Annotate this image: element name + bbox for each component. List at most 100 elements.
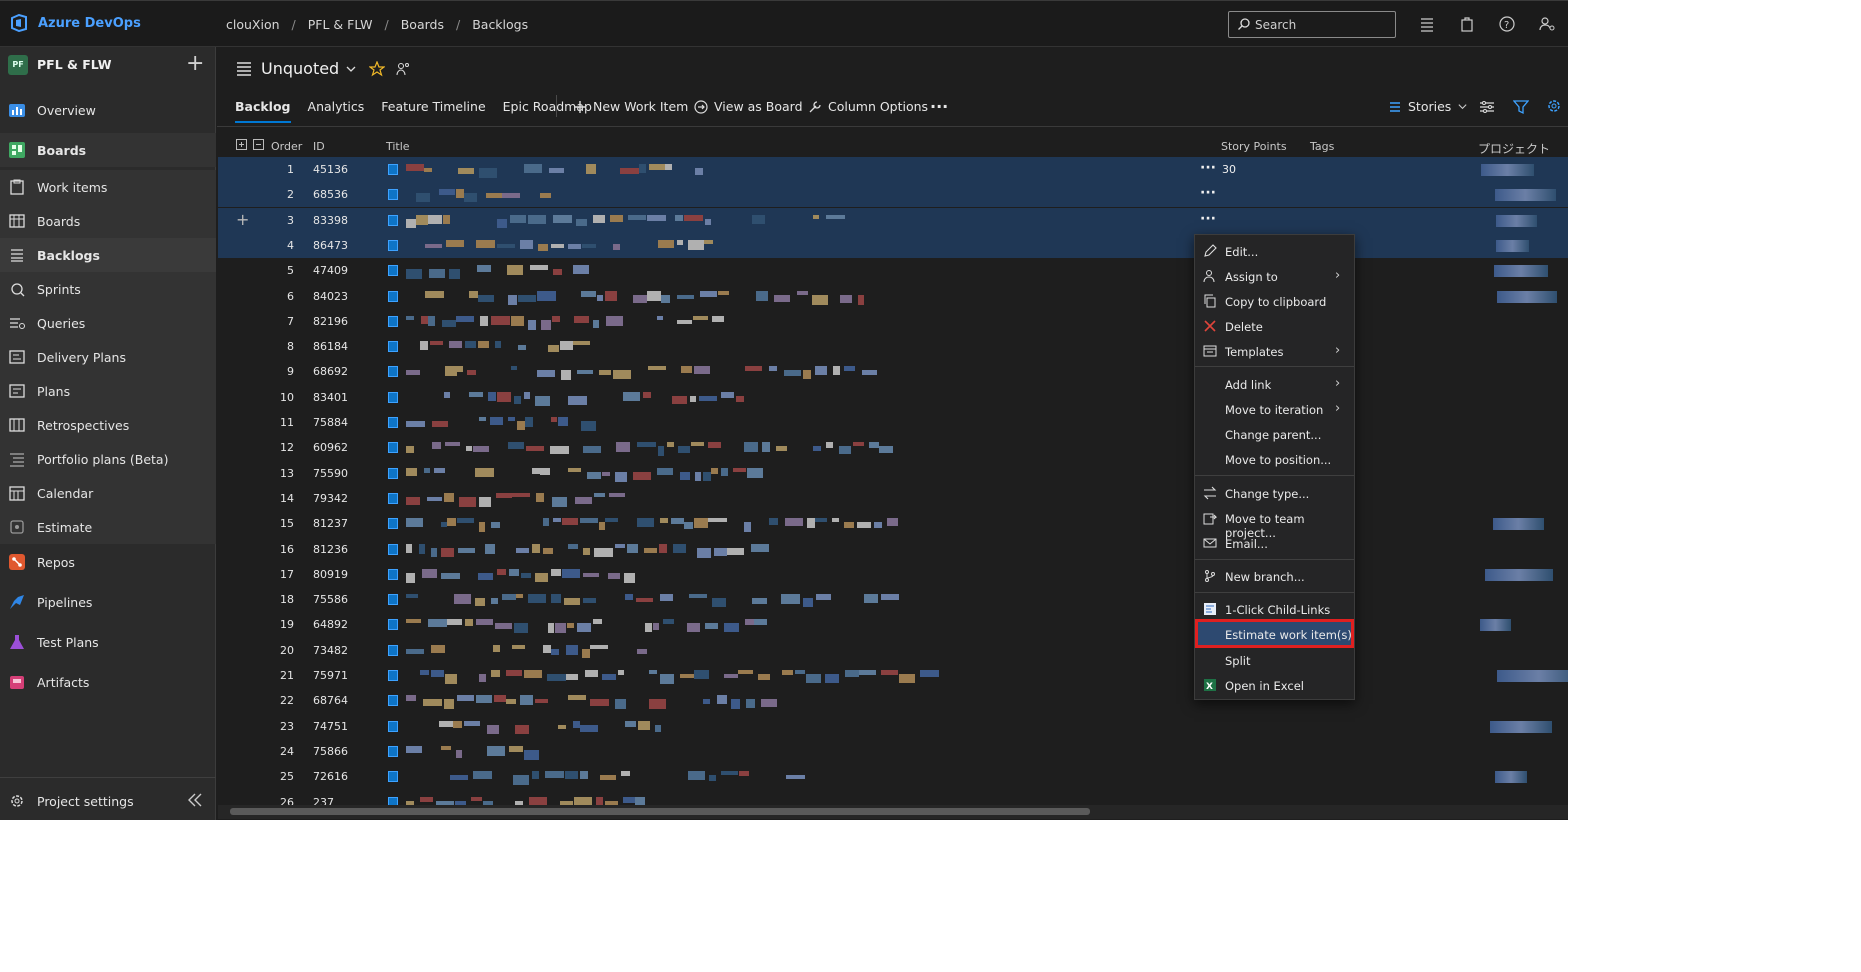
nav-delivery-plans[interactable]: Delivery Plans bbox=[0, 340, 216, 374]
menu-item-templates[interactable]: Templates › bbox=[1195, 338, 1354, 363]
more-actions-icon[interactable]: ··· bbox=[930, 97, 948, 116]
column-header-title[interactable]: Title bbox=[386, 140, 410, 153]
row-id[interactable]: 72616 bbox=[313, 770, 348, 783]
menu-item-new-branch[interactable]: New branch... bbox=[1195, 563, 1354, 588]
tab-backlog[interactable]: Backlog bbox=[235, 99, 291, 127]
filter-icon[interactable] bbox=[1513, 99, 1529, 115]
nav-calendar[interactable]: Calendar bbox=[0, 476, 216, 510]
nav-backlogs[interactable]: Backlogs bbox=[0, 238, 216, 272]
row-id[interactable]: 84023 bbox=[313, 290, 348, 303]
backlog-level-dropdown[interactable]: Stories bbox=[1388, 99, 1474, 114]
column-header-order[interactable]: Order bbox=[271, 140, 302, 153]
table-row[interactable]: 9 68692 bbox=[218, 359, 1568, 384]
view-as-board-button[interactable]: View as Board bbox=[694, 99, 803, 114]
column-header-story-points[interactable]: Story Points bbox=[1221, 140, 1287, 153]
column-options-button[interactable]: Column Options bbox=[808, 99, 928, 114]
breadcrumb-backlogs[interactable]: Backlogs bbox=[472, 17, 528, 32]
row-id[interactable]: 47409 bbox=[313, 264, 348, 277]
table-row[interactable]: 6 84023 bbox=[218, 284, 1568, 309]
menu-item-split[interactable]: Split bbox=[1195, 647, 1354, 672]
new-work-item-button[interactable]: New Work Item bbox=[573, 99, 688, 114]
search-box[interactable] bbox=[1228, 11, 1396, 38]
nav-pipelines[interactable]: Pipelines bbox=[0, 585, 216, 619]
row-id[interactable]: 81236 bbox=[313, 543, 348, 556]
row-more-actions-icon[interactable]: ··· bbox=[1200, 160, 1216, 176]
collapse-all-icon[interactable] bbox=[253, 139, 264, 150]
table-row[interactable]: 22 68764 bbox=[218, 688, 1568, 713]
table-row[interactable]: 19 64892 bbox=[218, 612, 1568, 637]
row-id[interactable]: 73482 bbox=[313, 644, 348, 657]
search-input[interactable] bbox=[1255, 16, 1385, 34]
row-more-actions-icon[interactable]: ··· bbox=[1200, 211, 1216, 227]
table-row[interactable]: 25 72616 bbox=[218, 764, 1568, 789]
menu-item-child-links[interactable]: 1-Click Child-Links bbox=[1195, 596, 1354, 621]
table-row[interactable]: 3 83398 ··· + bbox=[218, 207, 1568, 233]
row-more-actions-icon[interactable]: ··· bbox=[1200, 185, 1216, 201]
scrollbar-thumb[interactable] bbox=[230, 808, 1090, 815]
row-id[interactable]: 83398 bbox=[313, 214, 348, 227]
nav-repos[interactable]: Repos bbox=[0, 545, 216, 579]
table-row[interactable]: 21 75971 bbox=[218, 663, 1568, 688]
nav-estimate[interactable]: Estimate bbox=[0, 510, 216, 544]
row-id[interactable]: 79342 bbox=[313, 492, 348, 505]
list-settings-icon[interactable] bbox=[1418, 15, 1436, 33]
table-row[interactable]: 10 83401 bbox=[218, 385, 1568, 410]
menu-item-estimate-work-items[interactable]: Estimate work item(s) bbox=[1195, 619, 1354, 648]
row-id[interactable]: 75884 bbox=[313, 416, 348, 429]
help-icon[interactable]: ? bbox=[1498, 15, 1516, 33]
menu-item-change-parent[interactable]: Change parent... bbox=[1195, 421, 1354, 446]
row-id[interactable]: 60962 bbox=[313, 441, 348, 454]
project-header[interactable]: PF PFL & FLW + bbox=[0, 47, 216, 85]
horizontal-scrollbar[interactable] bbox=[218, 805, 1568, 819]
nav-work-items[interactable]: Work items bbox=[0, 170, 216, 204]
menu-item-edit[interactable]: Edit... bbox=[1195, 238, 1354, 263]
row-story-points[interactable]: 30 bbox=[1222, 163, 1236, 176]
marketplace-bag-icon[interactable] bbox=[1458, 15, 1476, 33]
table-row[interactable]: 15 81237 bbox=[218, 511, 1568, 536]
table-row[interactable]: 11 75884 bbox=[218, 410, 1568, 435]
row-id[interactable]: 81237 bbox=[313, 517, 348, 530]
row-id[interactable]: 80919 bbox=[313, 568, 348, 581]
new-item-plus-icon[interactable]: + bbox=[186, 51, 204, 76]
backlog-picker[interactable]: Unquoted bbox=[235, 59, 411, 78]
collapse-sidebar-icon[interactable] bbox=[187, 792, 203, 808]
nav-retrospectives[interactable]: Retrospectives bbox=[0, 408, 216, 442]
nav-plans[interactable]: Plans bbox=[0, 374, 216, 408]
nav-boards[interactable]: Boards bbox=[0, 204, 216, 238]
row-id[interactable]: 64892 bbox=[313, 618, 348, 631]
menu-item-change-type[interactable]: Change type... bbox=[1195, 480, 1354, 505]
row-id[interactable]: 75586 bbox=[313, 593, 348, 606]
row-id[interactable]: 86184 bbox=[313, 340, 348, 353]
nav-sprints[interactable]: Sprints bbox=[0, 272, 216, 306]
table-row[interactable]: 12 60962 bbox=[218, 435, 1568, 460]
table-row[interactable]: 24 75866 bbox=[218, 739, 1568, 764]
brand-name[interactable]: Azure DevOps bbox=[38, 16, 141, 31]
column-header-id[interactable]: ID bbox=[313, 140, 325, 153]
add-child-plus-icon[interactable]: + bbox=[236, 210, 249, 229]
breadcrumb-boards[interactable]: Boards bbox=[401, 17, 444, 32]
table-row[interactable]: 7 82196 bbox=[218, 309, 1568, 334]
table-row[interactable]: 8 86184 bbox=[218, 334, 1568, 359]
menu-item-move-to-team-project[interactable]: Move to team project... bbox=[1195, 505, 1354, 540]
menu-item-move-to-iteration[interactable]: Move to iteration › bbox=[1195, 396, 1354, 421]
row-id[interactable]: 74751 bbox=[313, 720, 348, 733]
tab-analytics[interactable]: Analytics bbox=[308, 99, 365, 127]
menu-item-open-in-excel[interactable]: X Open in Excel bbox=[1195, 672, 1354, 697]
row-id[interactable]: 68764 bbox=[313, 694, 348, 707]
user-settings-icon[interactable] bbox=[1538, 15, 1556, 33]
column-header-project[interactable]: プロジェクト bbox=[1478, 140, 1550, 157]
nav-portfolio-plans[interactable]: Portfolio plans (Beta) bbox=[0, 442, 216, 476]
table-row[interactable]: 4 86473 bbox=[218, 232, 1568, 258]
menu-item-assign-to[interactable]: Assign to › bbox=[1195, 263, 1354, 288]
table-row[interactable]: 20 73482 bbox=[218, 638, 1568, 663]
nav-overview[interactable]: Overview bbox=[0, 93, 216, 127]
table-row[interactable]: 13 75590 bbox=[218, 461, 1568, 486]
row-id[interactable]: 75866 bbox=[313, 745, 348, 758]
table-row[interactable]: 23 74751 bbox=[218, 714, 1568, 739]
table-row[interactable]: 18 75586 bbox=[218, 587, 1568, 612]
favorite-star-icon[interactable] bbox=[369, 60, 386, 77]
table-row[interactable]: 5 47409 bbox=[218, 258, 1568, 283]
row-id[interactable]: 68536 bbox=[313, 188, 348, 201]
nav-boards-group[interactable]: Boards bbox=[0, 133, 216, 167]
project-name[interactable]: PFL & FLW bbox=[37, 57, 112, 72]
